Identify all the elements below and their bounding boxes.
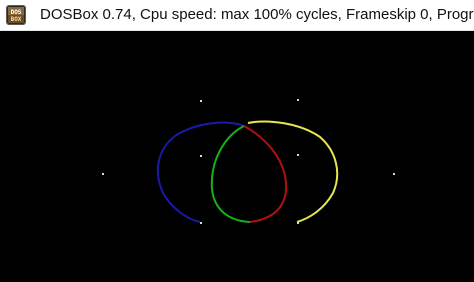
dot-far-right — [393, 173, 395, 175]
green-curve — [210, 125, 251, 223]
dot-center-left — [200, 155, 202, 157]
dot-markers — [102, 99, 395, 224]
dosbox-logo-icon: DOS BOX — [7, 6, 25, 24]
red-curve — [243, 125, 288, 223]
graphics-canvas — [102, 99, 395, 224]
dosbox-window: DOS BOX DOSBox 0.74, Cpu speed: max 100%… — [0, 0, 474, 282]
blue-curve — [156, 121, 245, 223]
window-title: DOSBox 0.74, Cpu speed: max 100% cycles,… — [40, 6, 474, 23]
dot-top-left — [200, 100, 202, 102]
yellow-curve — [247, 120, 339, 223]
dot-center-right — [297, 154, 299, 156]
svg-text:DOS: DOS — [11, 9, 22, 16]
dot-top-right — [297, 99, 299, 101]
dot-far-left — [102, 173, 104, 175]
window-titlebar[interactable]: DOS BOX DOSBox 0.74, Cpu speed: max 100%… — [0, 0, 474, 31]
dot-bottom-left — [200, 222, 202, 224]
svg-text:BOX: BOX — [11, 16, 22, 23]
dos-screen[interactable] — [0, 31, 474, 282]
dosbox-app-icon[interactable]: DOS BOX — [7, 6, 25, 24]
